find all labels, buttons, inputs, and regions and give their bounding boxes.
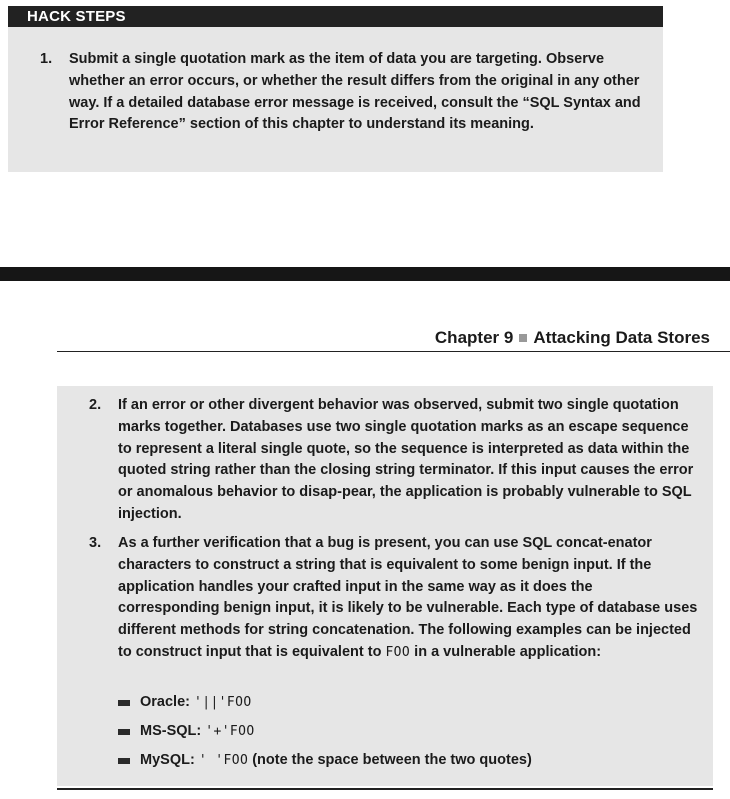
bullet-code: '+'FOO xyxy=(205,724,255,739)
hack-steps-header: HACK STEPS xyxy=(8,6,663,27)
bullet-square-icon xyxy=(118,758,130,764)
step-2-text: If an error or other divergent behavior … xyxy=(118,397,694,522)
running-header: Chapter 9 Attacking Data Stores xyxy=(435,327,710,349)
step-3: 3. As a further verification that a bug … xyxy=(89,533,698,664)
bottom-rule xyxy=(57,788,713,790)
chapter-title: Attacking Data Stores xyxy=(533,328,710,347)
bullet-label: MS-SQL: xyxy=(140,723,206,739)
bullet-code: '||'FOO xyxy=(194,695,252,710)
bullet-square-icon xyxy=(118,729,130,735)
step-1: 1. Submit a single quotation mark as the… xyxy=(40,49,654,136)
step-2-number: 2. xyxy=(89,397,102,413)
step-3-text: As a further verification that a bug is … xyxy=(118,535,698,660)
bullet-note: (note the space between the two quotes) xyxy=(248,752,532,768)
page-break-band xyxy=(0,267,730,281)
bullet-label: Oracle: xyxy=(140,694,194,710)
concatenation-examples-list: Oracle: '||'FOO MS-SQL: '+'FOO MySQL: ' … xyxy=(118,692,698,779)
list-item-mysql: MySQL: ' 'FOO (note the space between th… xyxy=(118,750,698,779)
step-3-tail-text: in a vulnerable application: xyxy=(410,643,602,660)
step-2: 2. If an error or other divergent behavi… xyxy=(89,395,698,526)
list-item-mssql: MS-SQL: '+'FOO xyxy=(118,721,698,750)
chapter-number: Chapter 9 xyxy=(434,328,514,347)
step-3-foo-code: FOO xyxy=(385,644,411,660)
list-item-oracle: Oracle: '||'FOO xyxy=(118,692,698,721)
bullet-square-icon xyxy=(118,700,130,706)
bullet-code: ' 'FOO xyxy=(198,753,249,768)
header-rule xyxy=(57,351,730,352)
bullet-label: MySQL: xyxy=(140,752,199,768)
step-1-number: 1. xyxy=(40,51,53,67)
step-1-text: Submit a single quotation mark as the it… xyxy=(69,51,641,133)
square-separator-icon xyxy=(519,333,528,342)
step-3-number: 3. xyxy=(89,535,102,551)
